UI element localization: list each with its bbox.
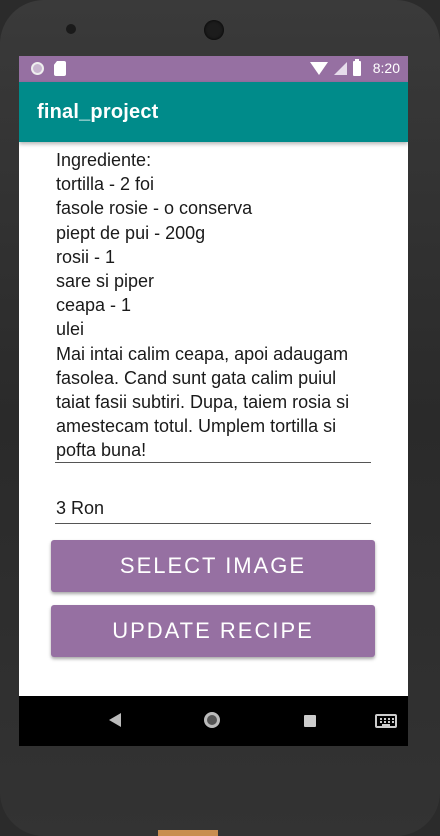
select-image-button[interactable]: SELECT IMAGE — [51, 540, 375, 592]
price-field-underline — [55, 523, 371, 524]
back-icon[interactable] — [109, 713, 121, 727]
keyboard-icon[interactable] — [375, 714, 397, 728]
status-bar: 8:20 — [19, 56, 408, 82]
update-recipe-button[interactable]: UPDATE RECIPE — [51, 605, 375, 657]
edit-recipe-form: Ingrediente: tortilla - 2 foi fasole ros… — [19, 142, 408, 696]
battery-icon — [352, 58, 361, 76]
status-left-icons — [31, 61, 66, 76]
home-icon[interactable] — [204, 712, 220, 728]
app-bar: final_project — [19, 82, 408, 142]
recents-icon[interactable] — [304, 715, 316, 727]
status-time: 8:20 — [372, 60, 400, 76]
screen: 8:20 final_project Ingrediente: tortilla… — [19, 56, 408, 746]
wifi-icon — [309, 61, 328, 75]
status-right-icons: 8:20 — [309, 58, 400, 76]
price-field[interactable]: 3 Ron — [56, 498, 104, 519]
front-camera — [66, 24, 76, 34]
app-title: final_project — [37, 101, 159, 123]
earpiece-speaker — [204, 20, 224, 40]
notification-circle-icon — [31, 62, 44, 75]
description-field-underline — [55, 462, 371, 463]
navigation-bar — [19, 696, 408, 746]
bottom-edge-tab — [158, 830, 218, 836]
device-frame: 8:20 final_project Ingrediente: tortilla… — [0, 0, 440, 836]
signal-icon — [333, 61, 347, 75]
recipe-description-field[interactable]: Ingrediente: tortilla - 2 foi fasole ros… — [56, 148, 371, 463]
sd-card-icon — [54, 61, 66, 76]
